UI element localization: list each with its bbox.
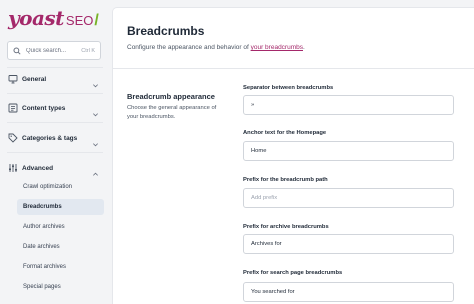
- tag-icon: [8, 133, 18, 143]
- prefix-search-input[interactable]: [243, 282, 454, 302]
- prefix-path-input[interactable]: [243, 188, 454, 208]
- prefix-search-label: Prefix for search page breadcrumbs: [243, 270, 343, 276]
- page-header: Breadcrumbs Configure the appearance and…: [113, 8, 474, 69]
- prefix-archive-label: Prefix for archive breadcrumbs: [243, 224, 329, 230]
- sidebar: yoast SEO / Ctrl K General Content types…: [0, 0, 110, 304]
- search-icon: [13, 46, 21, 55]
- subnav-breadcrumbs[interactable]: Breadcrumbs: [17, 199, 104, 215]
- nav-general[interactable]: General: [0, 69, 110, 89]
- search-input[interactable]: [26, 47, 78, 54]
- subnav-special-pages[interactable]: Special pages: [17, 279, 104, 295]
- chevron-down-icon: [92, 76, 99, 87]
- page-description-end: .: [303, 44, 305, 51]
- logo-slash: /: [94, 12, 99, 29]
- divider: [7, 93, 103, 94]
- divider: [7, 152, 103, 153]
- subnav-author-archives[interactable]: Author archives: [17, 219, 104, 235]
- nav-advanced-label: Advanced: [22, 164, 54, 172]
- content-types-icon: [8, 103, 18, 113]
- desktop-icon: [8, 74, 18, 84]
- chevron-down-icon: [92, 135, 99, 146]
- yoast-seo-logo[interactable]: yoast SEO /: [8, 6, 99, 30]
- chevron-up-icon: [92, 165, 99, 176]
- page-description: Configure the appearance and behavior of…: [127, 44, 305, 51]
- prefix-path-label: Prefix for the breadcrumb path: [243, 177, 328, 183]
- subnav-format-archives[interactable]: Format archives: [17, 259, 104, 275]
- nav-content-types[interactable]: Content types: [0, 98, 110, 118]
- page-title: Breadcrumbs: [127, 24, 205, 38]
- nav-content-types-label: Content types: [22, 104, 66, 112]
- search-shortcut: Ctrl K: [81, 47, 95, 54]
- adjustments-icon: [8, 163, 18, 173]
- subnav-date-archives[interactable]: Date archives: [17, 239, 104, 255]
- nav-categories-tags-label: Categories & tags: [22, 134, 78, 142]
- separator-input[interactable]: [243, 95, 454, 115]
- logo-wordmark: yoast: [8, 6, 64, 30]
- anchor-text-input[interactable]: [243, 141, 454, 161]
- anchor-text-label: Anchor text for the Homepage: [243, 130, 327, 136]
- quick-search[interactable]: Ctrl K: [7, 41, 101, 60]
- nav-categories-tags[interactable]: Categories & tags: [0, 128, 110, 148]
- subnav-crawl-optimization[interactable]: Crawl optimization: [17, 179, 104, 195]
- page-description-text: Configure the appearance and behavior of: [127, 44, 249, 51]
- logo-product: SEO: [65, 13, 94, 28]
- prefix-archive-input[interactable]: [243, 234, 454, 254]
- breadcrumbs-help-link[interactable]: your breadcrumbs: [251, 44, 303, 51]
- divider: [7, 122, 103, 123]
- nav-general-label: General: [22, 75, 47, 83]
- settings-card: Breadcrumbs Configure the appearance and…: [113, 8, 474, 304]
- section-title: Breadcrumb appearance: [127, 92, 215, 101]
- nav-advanced[interactable]: Advanced: [0, 158, 110, 178]
- chevron-down-icon: [92, 105, 99, 116]
- separator-label: Separator between breadcrumbs: [243, 85, 334, 91]
- divider: [7, 67, 103, 68]
- section-description: Choose the general appearance of your br…: [127, 105, 217, 120]
